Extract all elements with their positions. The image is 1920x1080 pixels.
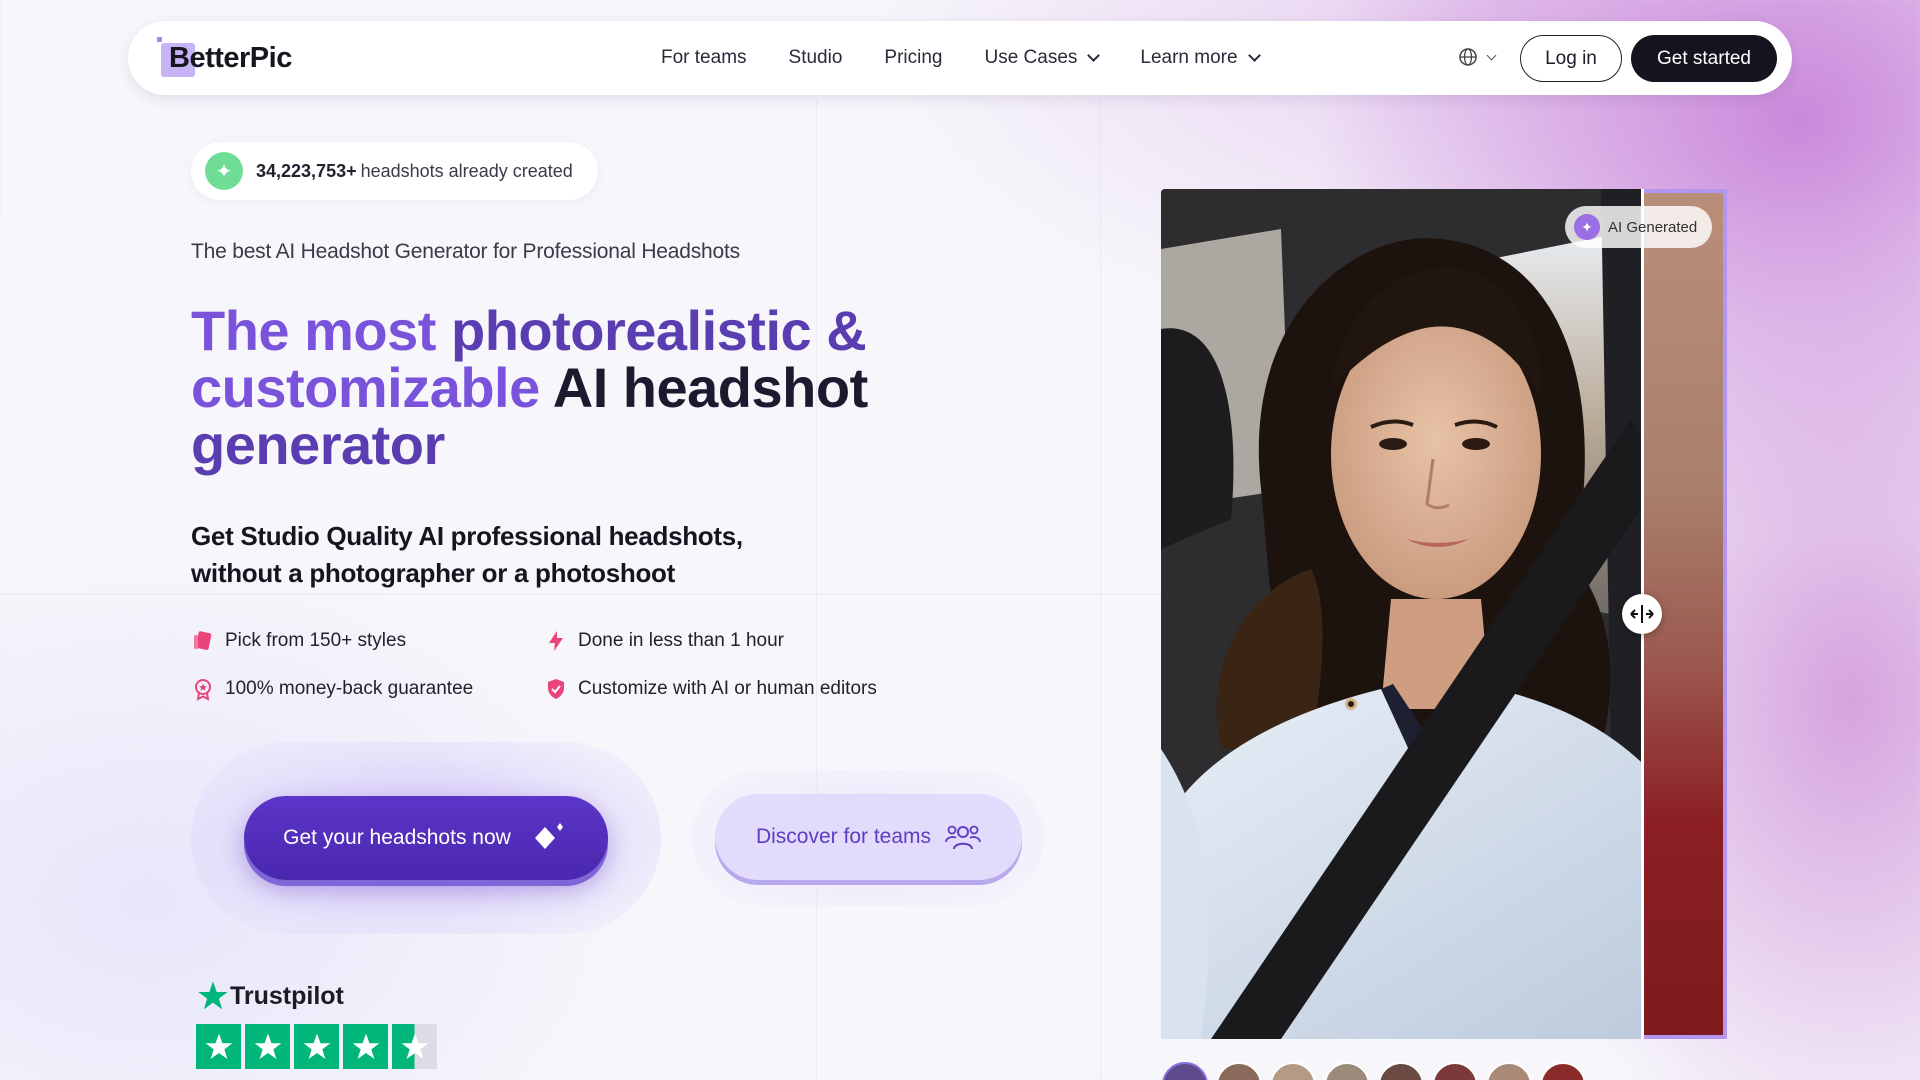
feature-label: Customize with AI or human editors: [578, 678, 877, 699]
chevron-down-icon: [1247, 49, 1261, 62]
subhead-line: Get Studio Quality AI professional heads…: [191, 521, 743, 551]
hero-subheadline: Get Studio Quality AI professional heads…: [191, 518, 831, 592]
nav-link-for-teams[interactable]: For teams: [661, 47, 747, 69]
cta-secondary-label: Discover for teams: [755, 825, 932, 848]
feature-label: Done in less than 1 hour: [578, 630, 784, 651]
feature-speed: Done in less than 1 hour: [544, 629, 784, 653]
ai-generated-badge: ✦ AI Generated: [1565, 206, 1712, 248]
discover-for-teams-button[interactable]: Discover for teams: [715, 794, 1022, 880]
brand-logo[interactable]: BetterPic: [157, 35, 292, 81]
trustpilot-star-icon: [198, 981, 228, 1010]
nav-link-label: Studio: [788, 47, 843, 68]
feature-customize: Customize with AI or human editors: [544, 677, 877, 701]
nav-link-studio[interactable]: Studio: [789, 47, 843, 69]
logo-mark-dot: [157, 37, 162, 42]
team-icon: [945, 825, 981, 850]
brand-name: BetterPic: [169, 41, 292, 74]
drag-arrows-icon: [1630, 605, 1654, 623]
nav-link-learn-more[interactable]: Learn more: [1140, 47, 1261, 69]
trustpilot-label: Trustpilot: [230, 981, 344, 1010]
nav-link-label: Pricing: [884, 47, 943, 68]
get-headshots-button[interactable]: Get your headshots now: [244, 796, 608, 880]
grid-line: [1100, 100, 1101, 1080]
nav-link-label: For teams: [661, 47, 747, 68]
avatar[interactable]: [1162, 1062, 1208, 1080]
nav-link-label: Learn more: [1140, 47, 1238, 68]
headshot-count-label: headshots already created: [360, 160, 573, 181]
trustpilot-logo[interactable]: Trustpilot: [196, 980, 344, 1012]
avatar-row: [1162, 1062, 1586, 1080]
avatar[interactable]: [1216, 1062, 1262, 1080]
rating-star-icon: [196, 1024, 241, 1069]
chevron-down-icon: [1486, 50, 1497, 60]
headline-accent: customizable: [191, 356, 540, 419]
headline-text: AI headshot: [539, 356, 868, 419]
get-started-button[interactable]: Get started: [1631, 35, 1777, 82]
subhead-line: without a photographer or a photoshoot: [191, 558, 675, 588]
feature-styles: Pick from 150+ styles: [191, 629, 406, 653]
headline-accent: photorealistic &: [435, 299, 867, 362]
palette-icon: [194, 631, 212, 650]
language-selector[interactable]: [1458, 47, 1497, 67]
nav-link-use-cases[interactable]: Use Cases: [984, 47, 1101, 69]
nav-link-pricing[interactable]: Pricing: [884, 47, 942, 69]
avatar[interactable]: [1540, 1062, 1586, 1080]
feature-label: Pick from 150+ styles: [225, 630, 407, 651]
rating-star-icon: [245, 1024, 290, 1069]
avatar[interactable]: [1432, 1062, 1478, 1080]
avatar[interactable]: [1324, 1062, 1370, 1080]
ai-badge-label: AI Generated: [1608, 218, 1698, 236]
rating-star-icon: [294, 1024, 339, 1069]
trustpilot-rating: [196, 1024, 437, 1069]
avatar[interactable]: [1486, 1062, 1532, 1080]
chevron-down-icon: [1087, 49, 1101, 62]
top-navigation: BetterPic For teams Studio Pricing Use C…: [128, 21, 1792, 95]
rating-half-star-icon: [392, 1024, 437, 1069]
award-icon: [195, 679, 211, 701]
sparkle-diamond-icon: [534, 823, 563, 849]
lightning-icon: [549, 631, 563, 651]
feature-label: 100% money-back guarantee: [225, 678, 474, 699]
globe-icon: [1459, 48, 1477, 66]
feature-guarantee: 100% money-back guarantee: [191, 677, 473, 701]
sparkle-icon: ✦: [1574, 214, 1600, 240]
hero-headline: The most photorealistic & customizable A…: [191, 302, 991, 473]
compare-slider-handle[interactable]: [1622, 594, 1662, 634]
rating-star-icon: [343, 1024, 388, 1069]
cta-primary-label: Get your headshots now: [283, 826, 511, 849]
avatar[interactable]: [1270, 1062, 1316, 1080]
nav-link-label: Use Cases: [984, 47, 1078, 68]
sparkle-icon: ✦: [205, 152, 243, 190]
headline-accent: The most: [191, 299, 436, 362]
headline-accent: generator: [191, 413, 445, 476]
shield-icon: [548, 679, 564, 699]
avatar[interactable]: [1378, 1062, 1424, 1080]
headshot-counter-badge: ✦ 34,223,753+ headshots already created: [191, 142, 598, 200]
headshot-count: 34,223,753+: [256, 160, 357, 181]
hero-eyebrow: The best AI Headshot Generator for Profe…: [191, 240, 740, 263]
nav-links: For teams Studio Pricing Use Cases Learn…: [661, 21, 1301, 95]
login-button[interactable]: Log in: [1520, 35, 1622, 82]
